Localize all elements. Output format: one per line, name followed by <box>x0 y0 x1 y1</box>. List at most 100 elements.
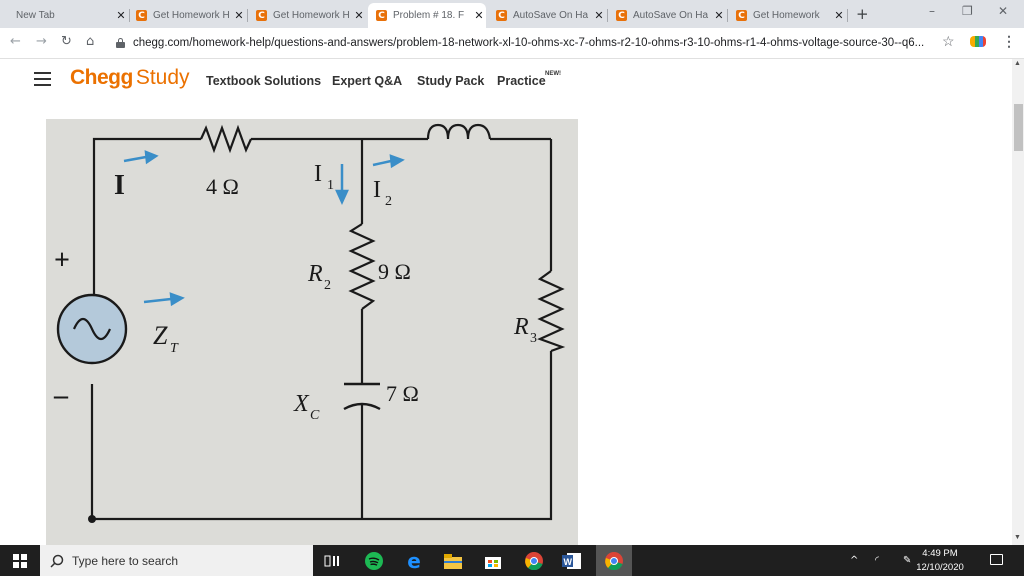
label-i2: I <box>373 177 381 203</box>
lock-icon <box>116 37 125 48</box>
chegg-favicon-icon: C <box>496 10 507 21</box>
window-close-icon[interactable]: ✕ <box>998 4 1008 18</box>
scroll-down-arrow-icon[interactable]: ▼ <box>1014 534 1021 541</box>
back-arrow-icon[interactable]: ← <box>10 34 21 49</box>
tab-separator <box>847 9 848 22</box>
label-r2: R <box>307 261 323 287</box>
nav-expert-qa[interactable]: Expert Q&A <box>332 74 402 88</box>
tab-title: New Tab <box>16 10 55 21</box>
browser-menu-icon[interactable]: ⋮ <box>1002 33 1016 50</box>
brand-chegg: Chegg <box>70 66 133 89</box>
label-xc: X <box>293 391 310 417</box>
tab-strip: New Tab ✕ C Get Homework H ✕ C Get Homew… <box>0 0 1024 28</box>
reload-icon[interactable]: ↻ <box>61 34 72 49</box>
tab-title: Problem # 18. F <box>393 10 465 21</box>
close-icon[interactable]: ✕ <box>712 9 726 22</box>
tab-title: Get Homework H <box>273 10 350 21</box>
label-r2-sub: 2 <box>324 278 331 293</box>
hamburger-menu-icon[interactable] <box>34 72 51 90</box>
label-xc-value: 7 Ω <box>386 381 419 406</box>
chegg-favicon-icon: C <box>616 10 627 21</box>
chrome-icon[interactable] <box>524 551 544 571</box>
label-minus: – <box>53 380 69 411</box>
chegg-study-logo[interactable]: Chegg Study <box>70 66 190 90</box>
taskbar-search-box[interactable]: Type here to search <box>40 545 313 576</box>
tab-separator <box>727 9 728 22</box>
tab-title: AutoSave On Ha <box>633 10 709 21</box>
nav-textbook-solutions[interactable]: Textbook Solutions <box>206 74 321 88</box>
spotify-icon[interactable] <box>364 551 384 571</box>
tab-get-homework-3[interactable]: C Get Homework ✕ <box>730 3 846 28</box>
bookmark-star-icon[interactable]: ☆ <box>942 33 955 50</box>
new-tab-plus-icon[interactable]: + <box>856 5 869 23</box>
label-xc-sub: C <box>310 408 320 423</box>
close-icon[interactable]: ✕ <box>232 9 246 22</box>
page-content: Chegg Study Textbook Solutions Expert Q&A… <box>0 59 1012 545</box>
label-i1: I <box>314 161 322 187</box>
brand-study: Study <box>135 66 190 89</box>
browser-toolbar: ← → ↻ ⌂ chegg.com/homework-help/question… <box>0 28 1024 59</box>
clock-time: 4:49 PM <box>922 548 958 559</box>
file-explorer-icon[interactable] <box>443 551 463 571</box>
home-icon[interactable]: ⌂ <box>86 34 94 49</box>
scroll-up-arrow-icon[interactable]: ▲ <box>1014 60 1021 67</box>
clock-date: 12/10/2020 <box>916 562 964 573</box>
close-icon[interactable]: ✕ <box>832 9 846 22</box>
restore-icon[interactable]: ❐ <box>962 4 973 18</box>
label-r3: R <box>513 314 529 340</box>
tab-separator <box>607 9 608 22</box>
tab-separator <box>247 9 248 22</box>
svg-text:W: W <box>564 557 573 567</box>
label-r3-sub: 3 <box>530 331 537 346</box>
taskbar-clock[interactable]: 4:49 PM 12/10/2020 <box>912 547 968 575</box>
close-icon[interactable]: ✕ <box>114 9 128 22</box>
new-badge: NEW! <box>545 71 561 77</box>
junction-dot <box>88 515 96 523</box>
tab-title: Get Homework <box>753 10 820 21</box>
nav-practice[interactable]: Practice <box>497 74 546 88</box>
tab-new-tab[interactable]: New Tab ✕ <box>8 3 128 28</box>
task-view-icon[interactable] <box>322 551 342 571</box>
close-icon[interactable]: ✕ <box>352 9 366 22</box>
tab-get-homework-1[interactable]: C Get Homework H ✕ <box>130 3 246 28</box>
label-zt-sub: T <box>170 341 179 356</box>
label-plus: + <box>54 245 70 276</box>
circuit-diagram-image: I 4 Ω I 1 I 2 R 2 9 Ω Z T R 3 X C 7 Ω + … <box>46 119 578 545</box>
tab-title: Get Homework H <box>153 10 230 21</box>
label-i1-sub: 1 <box>327 178 334 193</box>
tab-title: AutoSave On Ha <box>513 10 589 21</box>
search-placeholder: Type here to search <box>72 553 179 568</box>
windows-taskbar: Type here to search e W ^ ◜ ✎ 4:49 PM 12… <box>0 545 1024 576</box>
close-icon[interactable]: ✕ <box>472 9 486 22</box>
label-r2-value: 9 Ω <box>378 259 411 284</box>
word-icon[interactable]: W <box>562 551 582 571</box>
url-text: chegg.com/homework-help/questions-and-an… <box>133 36 925 49</box>
tab-autosave-2[interactable]: C AutoSave On Ha ✕ <box>610 3 726 28</box>
nav-study-pack[interactable]: Study Pack <box>417 74 484 88</box>
edge-browser-icon[interactable]: e <box>404 549 424 573</box>
scrollbar-thumb[interactable] <box>1014 104 1023 151</box>
notifications-icon[interactable] <box>990 554 1003 565</box>
label-current-i: I <box>114 170 125 201</box>
tab-get-homework-2[interactable]: C Get Homework H ✕ <box>250 3 366 28</box>
tab-problem-18[interactable]: C Problem # 18. F ✕ <box>368 3 486 28</box>
address-bar[interactable]: chegg.com/homework-help/questions-and-an… <box>108 31 964 54</box>
label-i2-sub: 2 <box>385 194 392 209</box>
windows-start-icon[interactable] <box>13 554 27 568</box>
extension-icon[interactable] <box>970 36 986 47</box>
minimize-icon[interactable]: – <box>929 4 935 18</box>
microsoft-store-icon[interactable] <box>483 551 503 571</box>
tray-chevron-icon[interactable]: ^ <box>850 555 858 566</box>
chegg-favicon-icon: C <box>376 10 387 21</box>
forward-arrow-icon[interactable]: → <box>36 34 47 49</box>
chegg-favicon-icon: C <box>136 10 147 21</box>
label-r1-value: 4 Ω <box>206 174 239 199</box>
close-icon[interactable]: ✕ <box>592 9 606 22</box>
wifi-icon[interactable]: ◜ <box>875 555 879 566</box>
pen-icon[interactable]: ✎ <box>903 555 911 566</box>
label-zt: Z <box>153 321 168 350</box>
chrome-active-icon[interactable] <box>596 545 632 576</box>
search-icon <box>50 554 64 568</box>
tab-autosave-1[interactable]: C AutoSave On Ha ✕ <box>490 3 606 28</box>
chegg-favicon-icon: C <box>256 10 267 21</box>
